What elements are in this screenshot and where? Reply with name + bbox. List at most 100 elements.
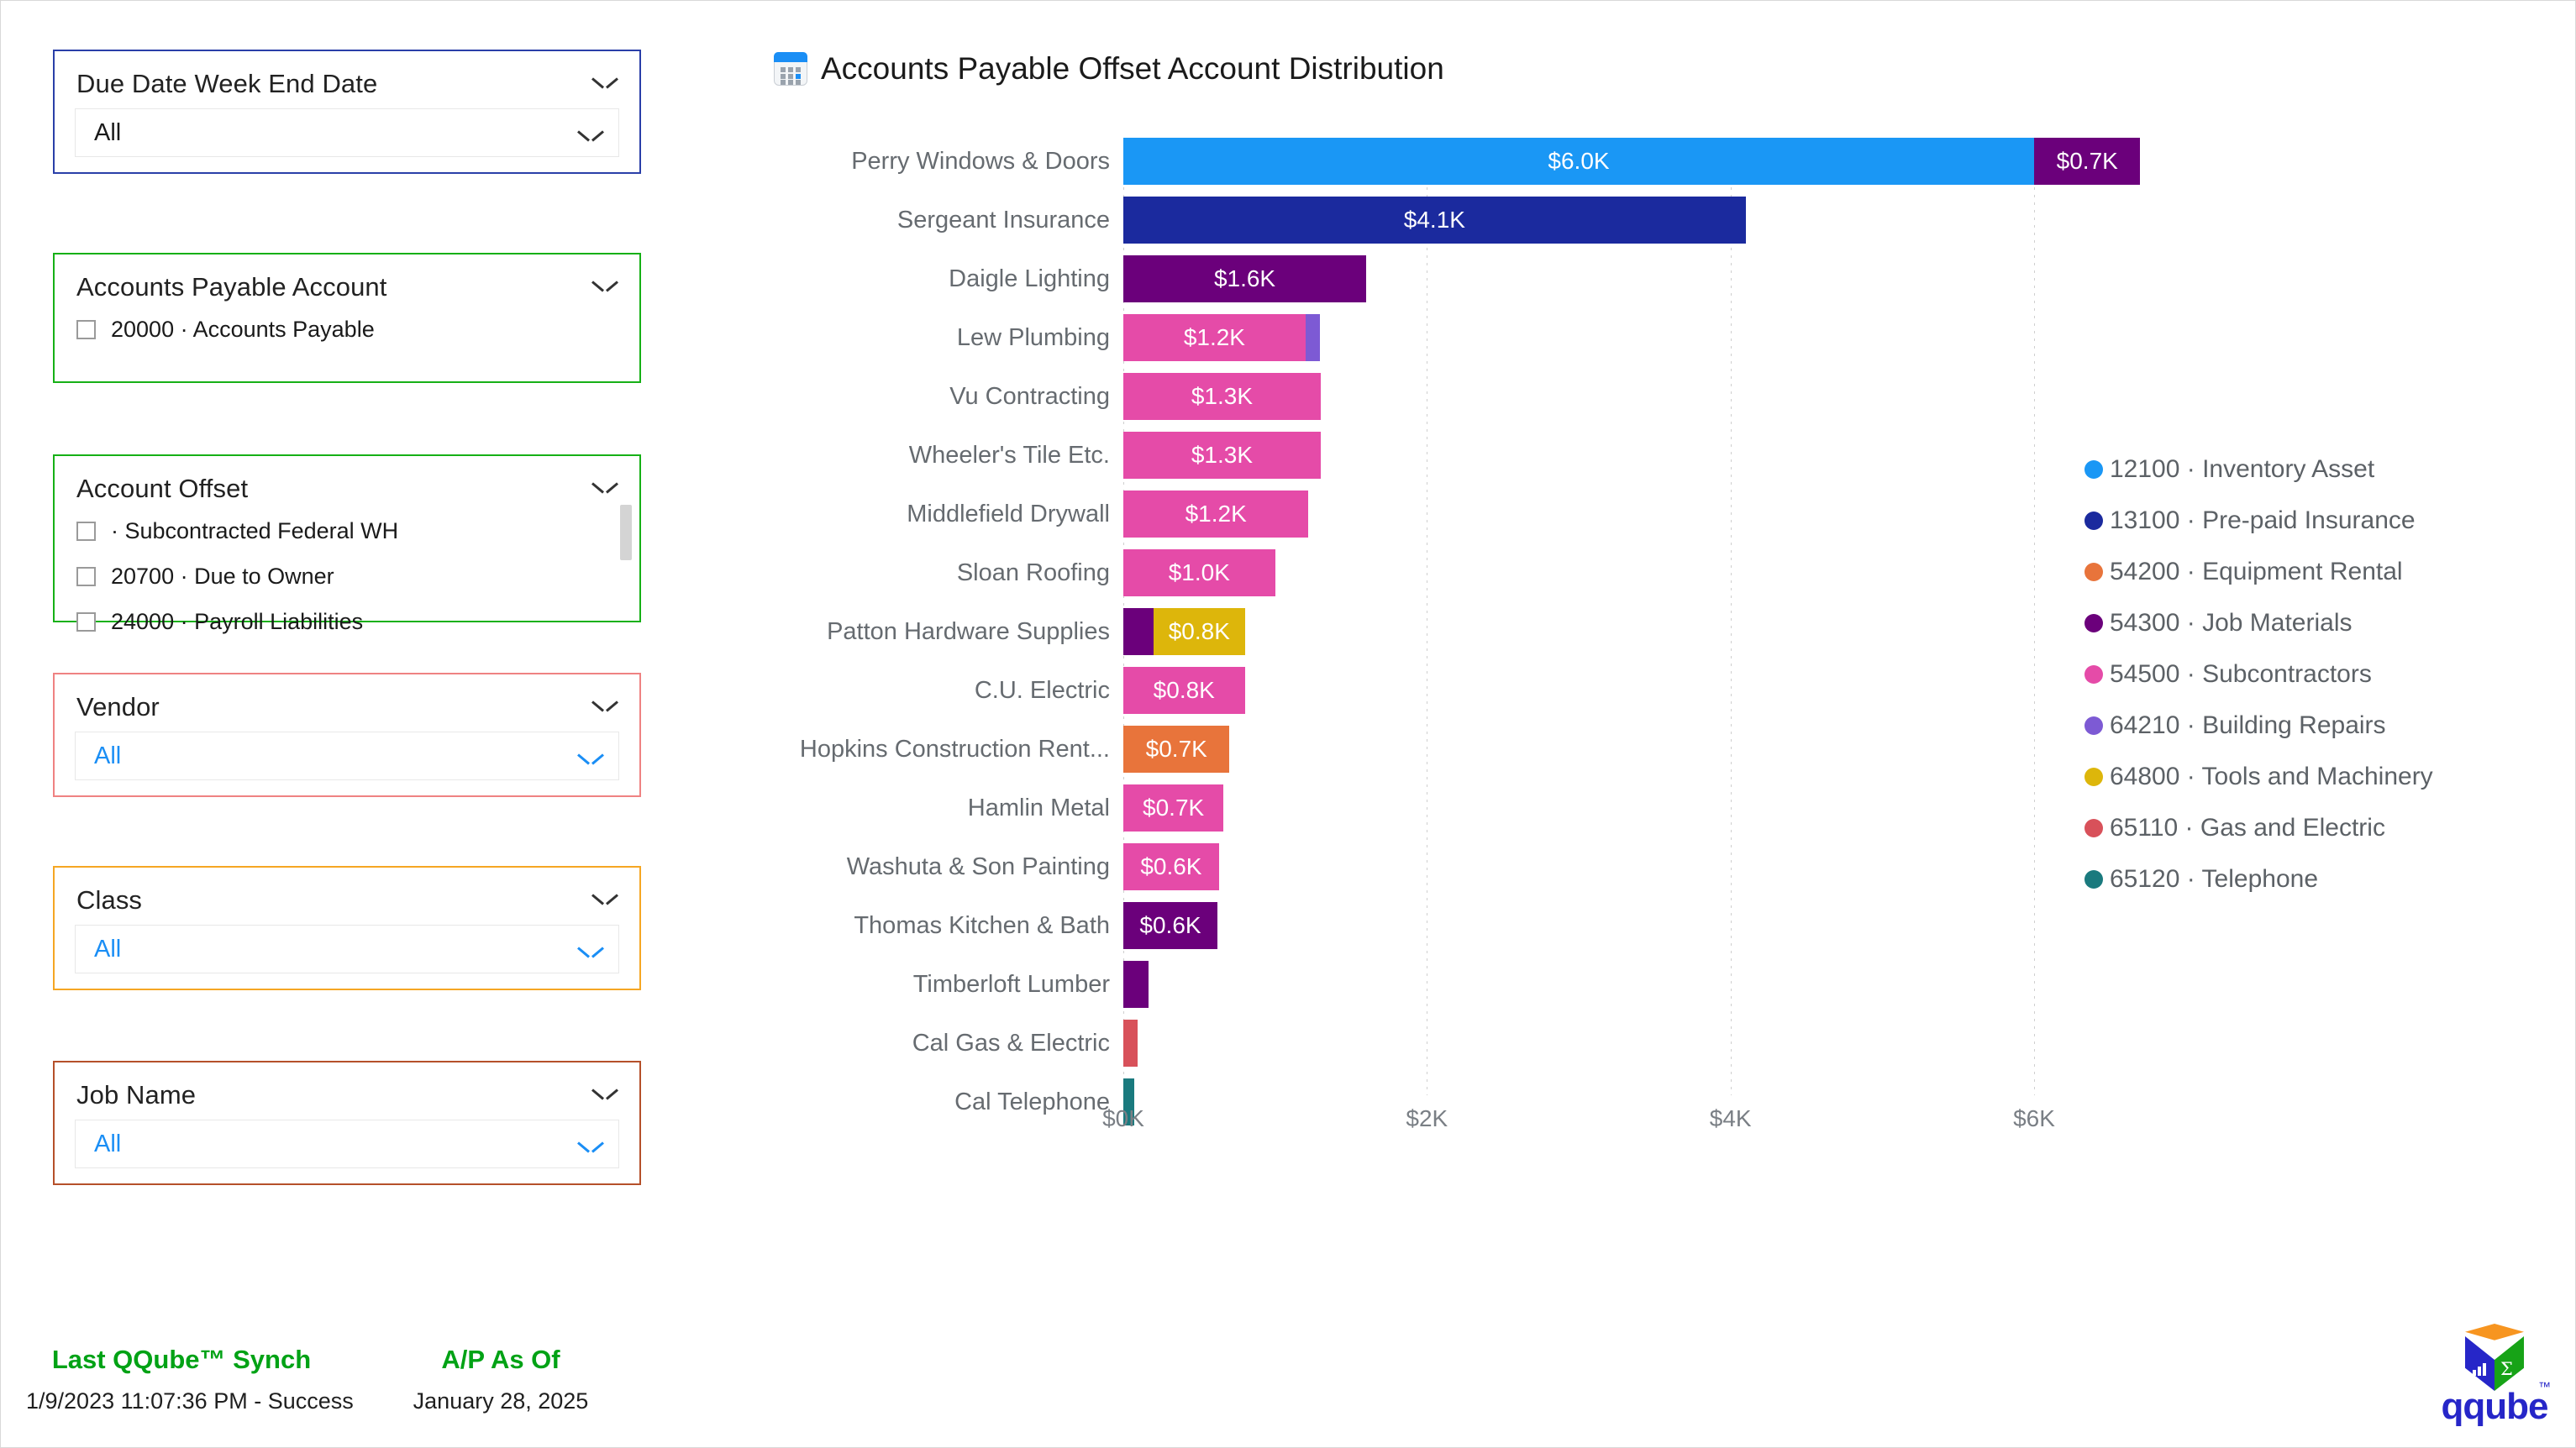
x-axis-tick-label: $0K — [1102, 1105, 1144, 1132]
legend-label: 65110 · Gas and Electric — [2110, 814, 2385, 842]
chevron-down-icon[interactable] — [578, 752, 603, 767]
bar-segment[interactable]: $0.6K — [1123, 843, 1219, 890]
filter-header-class: Class — [55, 868, 639, 915]
bar-category-label: Lew Plumbing — [774, 314, 1110, 361]
bar-row[interactable]: Sergeant Insurance$4.1K — [774, 197, 2034, 244]
legend-item[interactable]: 54300 · Job Materials — [2084, 597, 2433, 648]
bar-segment[interactable]: $4.1K — [1123, 197, 1746, 244]
chevron-down-icon[interactable] — [592, 480, 618, 496]
bar-row[interactable]: Daigle Lighting$1.6K — [774, 255, 2034, 302]
bar-row[interactable]: Perry Windows & Doors$6.0K$0.7K — [774, 138, 2034, 185]
bar-row[interactable]: Cal Gas & Electric — [774, 1020, 2034, 1067]
bar-segment[interactable]: $1.3K — [1123, 373, 1321, 420]
bar-value-label: $0.7K — [1123, 726, 1229, 773]
bar-row[interactable]: Wheeler's Tile Etc.$1.3K — [774, 432, 2034, 479]
chevron-down-icon[interactable] — [592, 699, 618, 714]
checkbox-icon[interactable] — [76, 612, 96, 632]
filter-checkbox-row[interactable]: 20000 · Accounts Payable — [55, 307, 639, 352]
legend-item[interactable]: 64800 · Tools and Machinery — [2084, 751, 2433, 802]
filter-checkbox-row[interactable]: 24000 · Payroll Liabilities — [55, 599, 639, 644]
filter-checkbox-row[interactable]: · Subcontracted Federal WH — [55, 508, 639, 553]
bar-row[interactable]: Middlefield Drywall$1.2K — [774, 491, 2034, 538]
bar-segment[interactable] — [1306, 314, 1320, 361]
bar-segment[interactable]: $1.2K — [1123, 491, 1308, 538]
bar-segment[interactable] — [1123, 608, 1154, 655]
bar-row[interactable]: Lew Plumbing $1.2K — [774, 314, 2034, 361]
chevron-down-icon[interactable] — [578, 945, 603, 960]
bar-segment[interactable]: $0.6K — [1123, 902, 1217, 949]
legend-color-swatch — [2084, 563, 2103, 581]
bar-value-label: $1.3K — [1123, 373, 1321, 420]
filter-card-accounts-payable-account[interactable]: Accounts Payable Account20000 · Accounts… — [53, 253, 641, 383]
filter-card-due-date-week-end-date[interactable]: Due Date Week End DateAll — [53, 50, 641, 174]
filter-card-job-name[interactable]: Job Name All — [53, 1061, 641, 1185]
bar-segment[interactable]: $6.0K — [1123, 138, 2034, 185]
legend-label: 64800 · Tools and Machinery — [2110, 763, 2433, 791]
bar-category-label: Cal Gas & Electric — [774, 1020, 1110, 1067]
legend-item[interactable]: 54200 · Equipment Rental — [2084, 546, 2433, 597]
bar-segment[interactable]: $1.0K — [1123, 549, 1275, 596]
bar-segment[interactable]: $0.8K — [1123, 667, 1245, 714]
bar-value-label: $6.0K — [1123, 138, 2034, 185]
chevron-down-icon[interactable] — [578, 1140, 603, 1155]
bar-segment[interactable]: $0.7K — [1123, 784, 1223, 832]
filter-header-job-name: Job Name — [55, 1062, 639, 1110]
bar-segment[interactable]: $1.6K — [1123, 255, 1366, 302]
bar-row[interactable]: Washuta & Son Painting$0.6K — [774, 843, 2034, 890]
legend-item[interactable]: 64210 · Building Repairs — [2084, 700, 2433, 751]
last-sync-group: Last QQube™ Synch 1/9/2023 11:07:36 PM -… — [26, 1345, 337, 1414]
bar-row[interactable]: Hamlin Metal$0.7K — [774, 784, 2034, 832]
chevron-down-icon[interactable] — [592, 892, 618, 907]
bar-row[interactable]: Thomas Kitchen & Bath$0.6K — [774, 902, 2034, 949]
bar-segment[interactable] — [1123, 961, 1149, 1008]
bar-row[interactable]: Patton Hardware Supplies$0.8K — [774, 608, 2034, 655]
bar-category-label: Cal Telephone — [774, 1078, 1110, 1125]
checkbox-icon[interactable] — [76, 320, 96, 339]
chevron-down-icon[interactable] — [592, 279, 618, 294]
legend-item[interactable]: 12100 · Inventory Asset — [2084, 443, 2433, 495]
bar-category-label: C.U. Electric — [774, 667, 1110, 714]
filter-card-class[interactable]: Class All — [53, 866, 641, 990]
legend-color-swatch — [2084, 819, 2103, 837]
filter-scrollbar[interactable] — [620, 505, 632, 560]
bar-row[interactable]: Hopkins Construction Rent... $0.7K — [774, 726, 2034, 773]
bar-chart-plot: Perry Windows & Doors$6.0K$0.7K Sergeant … — [774, 114, 2034, 1164]
chevron-down-icon[interactable] — [592, 1087, 618, 1102]
chevron-down-icon[interactable] — [578, 129, 603, 144]
bar-segment[interactable]: $0.8K — [1154, 608, 1244, 655]
bar-category-label: Sloan Roofing — [774, 549, 1110, 596]
filter-card-account-offset[interactable]: Account Offset· Subcontracted Federal WH… — [53, 454, 641, 622]
bar-segment[interactable]: $1.2K — [1123, 314, 1306, 361]
bar-track: $0.6K — [1123, 902, 1217, 949]
bar-row[interactable]: Vu Contracting$1.3K — [774, 373, 2034, 420]
filter-dropdown-due-date-week-end-date[interactable]: All — [75, 108, 619, 157]
bar-segment[interactable]: $0.7K — [2034, 138, 2140, 185]
legend-label: 54300 · Job Materials — [2110, 609, 2353, 637]
legend-item[interactable]: 65120 · Telephone — [2084, 853, 2433, 905]
bar-value-label: $0.6K — [1123, 843, 1219, 890]
legend-item[interactable]: 13100 · Pre-paid Insurance — [2084, 495, 2433, 546]
bar-segment[interactable]: $0.7K — [1123, 726, 1229, 773]
bar-row[interactable]: Sloan Roofing $1.0K — [774, 549, 2034, 596]
filter-dropdown-class[interactable]: All — [75, 925, 619, 973]
legend-label: 65120 · Telephone — [2110, 865, 2318, 894]
bar-category-label: Hopkins Construction Rent... — [774, 726, 1110, 773]
filter-value-due-date-week-end-date: All — [94, 119, 578, 147]
filter-checkbox-row[interactable]: 20700 · Due to Owner — [55, 553, 639, 599]
chevron-down-icon[interactable] — [592, 76, 618, 91]
checkbox-icon[interactable] — [76, 522, 96, 541]
bar-value-label: $1.2K — [1123, 491, 1308, 538]
bar-row[interactable]: Cal Telephone — [774, 1078, 2034, 1125]
bar-row[interactable]: C.U. Electric $0.8K — [774, 667, 2034, 714]
bar-segment[interactable]: $1.3K — [1123, 432, 1321, 479]
bar-track: $1.3K — [1123, 432, 1321, 479]
checkbox-icon[interactable] — [76, 567, 96, 586]
filter-card-vendor[interactable]: VendorAll — [53, 673, 641, 797]
filter-dropdown-vendor[interactable]: All — [75, 732, 619, 780]
legend-item[interactable]: 65110 · Gas and Electric — [2084, 802, 2433, 853]
bar-segment[interactable] — [1123, 1020, 1138, 1067]
legend-item[interactable]: 54500 · Subcontractors — [2084, 648, 2433, 700]
filter-dropdown-job-name[interactable]: All — [75, 1120, 619, 1168]
bar-row[interactable]: Timberloft Lumber — [774, 961, 2034, 1008]
bar-category-label: Timberloft Lumber — [774, 961, 1110, 1008]
